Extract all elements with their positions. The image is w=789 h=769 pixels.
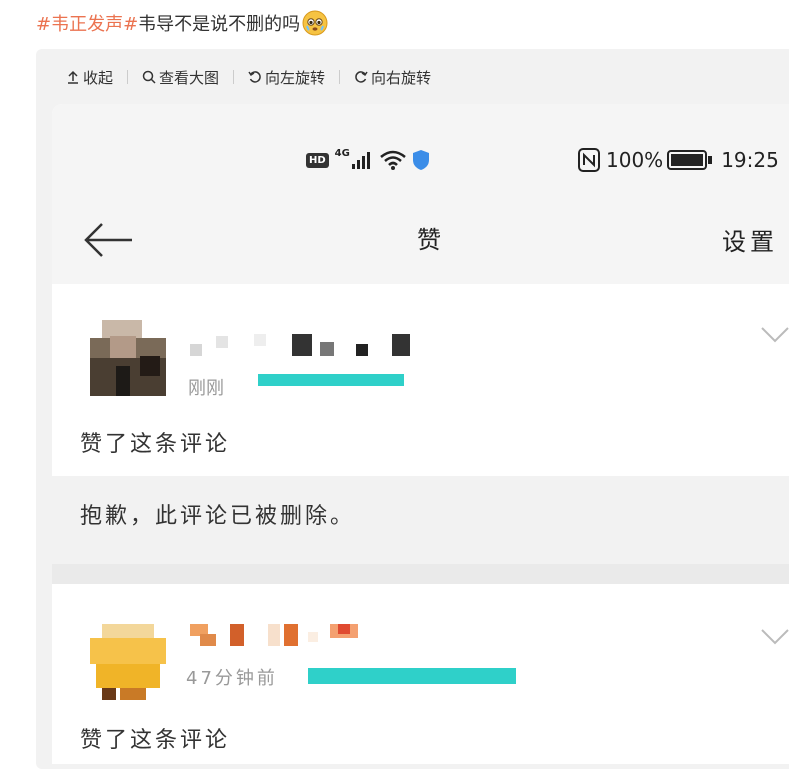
search-icon — [142, 70, 156, 84]
rotate-right-icon — [355, 71, 368, 83]
arrow-up-icon — [68, 70, 78, 84]
post-text: #韦正发声#韦导不是说不删的吗 — [36, 10, 328, 37]
phone-screenshot: HD 4G 100% 19:25 赞 设置 刚刚 赞了这条评论 抱歉，此评论已被… — [52, 104, 789, 764]
battery-percent: 100% — [606, 148, 664, 172]
clock: 19:25 — [721, 148, 779, 172]
rotate-left-icon — [248, 71, 261, 83]
view-large-button[interactable]: 查看大图 — [142, 67, 219, 88]
toolbar-divider — [339, 70, 341, 84]
view-large-label: 查看大图 — [159, 68, 220, 87]
image-toolbar: 收起 查看大图 向左旋转 向右旋转 — [66, 64, 431, 90]
toolbar-divider — [233, 70, 235, 84]
status-bar-left: HD 4G — [306, 146, 431, 174]
signal-icon — [351, 152, 370, 169]
hashtag-link[interactable]: #韦正发声# — [36, 14, 138, 35]
page-title: 赞 — [417, 226, 441, 254]
like-time: 刚刚 — [188, 378, 224, 399]
rotate-right-label: 向右旋转 — [371, 68, 432, 87]
rotate-right-button[interactable]: 向右旋转 — [354, 67, 431, 88]
like-time: 47分钟前 — [186, 668, 278, 689]
like-item[interactable]: 刚刚 赞了这条评论 抱歉，此评论已被删除。 — [52, 284, 789, 566]
rotate-left-button[interactable]: 向左旋转 — [248, 67, 325, 88]
deleted-comment-box[interactable]: 抱歉，此评论已被删除。 — [52, 476, 789, 566]
status-bar-right: 100% 19:25 — [578, 146, 779, 174]
wifi-icon — [380, 150, 406, 170]
nfc-icon — [578, 148, 600, 172]
like-item[interactable]: 47分钟前 赞了这条评论 — [52, 584, 789, 764]
avatar[interactable] — [90, 320, 166, 396]
hd-badge: HD — [306, 152, 329, 168]
settings-button[interactable]: 设置 — [722, 222, 778, 257]
avatar[interactable] — [90, 624, 166, 700]
shield-icon — [412, 150, 429, 170]
collapse-label: 收起 — [83, 68, 114, 87]
rotate-left-label: 向左旋转 — [265, 68, 326, 87]
collapse-button[interactable]: 收起 — [66, 67, 113, 88]
source-redaction-bar — [308, 668, 516, 684]
like-action-text: 赞了这条评论 — [80, 432, 231, 457]
list-divider — [52, 564, 789, 584]
deleted-comment-notice: 抱歉，此评论已被删除。 — [80, 504, 356, 529]
chevron-down-icon[interactable] — [760, 326, 789, 344]
header-area — [52, 104, 789, 284]
post-body: 韦导不是说不删的吗 — [138, 14, 301, 35]
battery-icon — [667, 150, 713, 170]
back-arrow-icon[interactable] — [82, 220, 134, 260]
network-label: 4G — [334, 148, 350, 159]
username-blurred[interactable] — [190, 624, 360, 646]
crying-face-emoji-icon — [302, 10, 328, 36]
toolbar-divider — [127, 70, 129, 84]
source-redaction-bar — [258, 374, 404, 386]
like-action-text: 赞了这条评论 — [80, 728, 231, 753]
username-blurred[interactable] — [190, 334, 410, 356]
chevron-down-icon[interactable] — [760, 628, 789, 646]
